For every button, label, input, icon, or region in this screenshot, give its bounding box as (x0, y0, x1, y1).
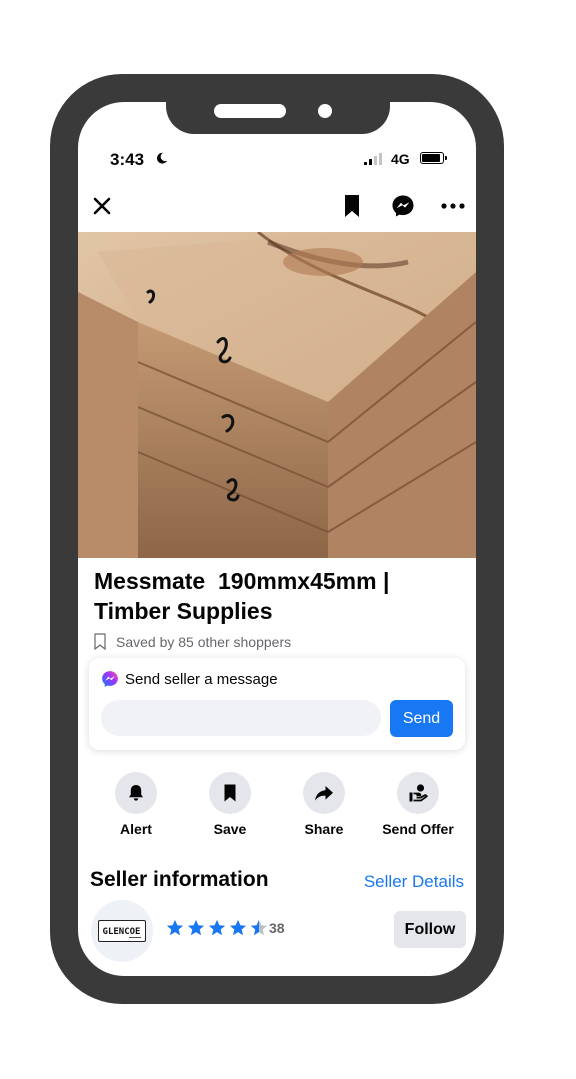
star-full-icon (166, 919, 184, 936)
more-options-icon[interactable] (440, 194, 466, 218)
star-full-icon (208, 919, 226, 936)
speaker-grille (214, 104, 286, 118)
send-button[interactable]: Send (390, 700, 453, 737)
send-offer-label: Send Offer (382, 821, 454, 837)
messenger-gradient-icon (102, 671, 118, 687)
share-label: Share (304, 821, 344, 837)
listing-top-bar (78, 190, 476, 230)
seller-row: GLENCOE 38 Follow (78, 898, 476, 968)
star-half-icon (250, 919, 268, 936)
save-action[interactable]: Save (185, 772, 275, 837)
alert-label: Alert (120, 821, 152, 837)
share-icon (315, 786, 333, 801)
message-card-title: Send seller a message (125, 671, 278, 688)
share-action[interactable]: Share (279, 772, 369, 837)
logo-artwork: GLENCOE (103, 927, 141, 938)
signal-icon (364, 153, 382, 165)
phone-screen: 3:43 4G Messmate 190mmx45mm | Timber Sup… (78, 102, 476, 976)
messenger-icon[interactable] (391, 194, 415, 218)
follow-button[interactable]: Follow (394, 911, 466, 948)
seller-avatar[interactable]: GLENCOE (91, 900, 153, 962)
moon-icon (156, 152, 168, 164)
bell-icon (129, 785, 143, 801)
star-full-icon (229, 919, 247, 936)
front-camera (318, 104, 332, 118)
saved-count-text: Saved by 85 other shoppers (116, 634, 292, 650)
rating-count: 38 (269, 920, 285, 936)
listing-actions: Alert Save Share Send Offer (78, 772, 476, 842)
alert-button[interactable] (115, 772, 157, 814)
battery-icon (420, 152, 447, 164)
phone-frame: 3:43 4G Messmate 190mmx45mm | Timber Sup… (50, 74, 504, 1004)
alert-action[interactable]: Alert (91, 772, 181, 837)
hand-offer-icon (409, 784, 428, 802)
star-full-icon (187, 919, 205, 936)
seller-details-link[interactable]: Seller Details (364, 872, 464, 892)
status-time: 3:43 (110, 150, 145, 169)
phone-notch (166, 88, 390, 134)
send-offer-action[interactable]: Send Offer (373, 772, 463, 837)
product-photo[interactable] (78, 232, 476, 558)
seller-logo: GLENCOE (98, 920, 146, 942)
listing-title: Messmate 190mmx45mm | Timber Supplies (94, 568, 390, 624)
bookmark-icon[interactable] (343, 194, 361, 218)
save-label: Save (213, 821, 247, 837)
send-offer-button[interactable] (397, 772, 439, 814)
save-button[interactable] (209, 772, 251, 814)
seller-logo-text: GLENCOE (103, 927, 141, 937)
close-icon[interactable] (92, 196, 112, 216)
network-label: 4G (391, 151, 410, 167)
seller-info-heading: Seller information (90, 868, 269, 891)
bookmark-icon (224, 784, 236, 802)
message-input[interactable] (101, 700, 381, 736)
share-button[interactable] (303, 772, 345, 814)
bookmark-outline-icon (94, 633, 106, 650)
message-seller-card: Send seller a message Send (89, 658, 465, 750)
